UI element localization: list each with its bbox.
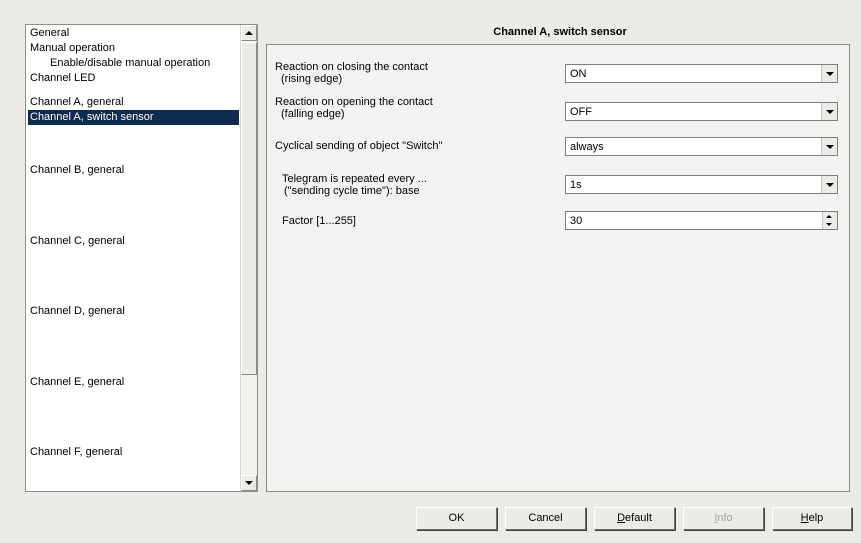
factor-value: 30 (570, 215, 583, 227)
tree-item-channel-c-general[interactable]: Channel C, general (28, 234, 239, 249)
tree-item-manual-operation[interactable]: Manual operation (28, 41, 239, 56)
repeat-base-value: 1s (570, 179, 582, 191)
repeat-base-label-line1: Telegram is repeated every ... (282, 173, 427, 185)
help-mnemonic: H (800, 512, 809, 524)
arrow-up-icon (245, 31, 253, 35)
factor-spinner[interactable]: 30 (565, 211, 838, 230)
chevron-down-icon (825, 144, 834, 149)
spin-up-icon[interactable] (826, 215, 832, 218)
default-mnemonic: D (617, 512, 626, 524)
tree-item-channel-f-general[interactable]: Channel F, general (28, 445, 239, 460)
arrow-down-icon (245, 481, 253, 485)
default-button[interactable]: Default (594, 507, 675, 530)
opening-reaction-label-line1: Reaction on opening the contact (275, 96, 433, 108)
tree-item-enable-disable-manual-operation[interactable]: Enable/disable manual operation (28, 56, 239, 71)
tree-item-channel-led[interactable]: Channel LED (28, 71, 239, 86)
closing-reaction-value: ON (570, 68, 587, 80)
cyclical-sending-value: always (570, 141, 604, 153)
opening-reaction-label-line2: (falling edge) (281, 108, 345, 120)
scrollbar-thumb[interactable] (241, 42, 257, 375)
opening-reaction-label: Reaction on opening the contact (falling… (275, 96, 433, 120)
parameter-tree-list: General Manual operation Enable/disable … (26, 25, 241, 491)
chevron-down-icon (825, 71, 834, 76)
help-button[interactable]: Help (772, 507, 852, 530)
chevron-down-icon (825, 109, 834, 114)
closing-reaction-dropdown[interactable]: ON (565, 64, 838, 83)
repeat-base-dropdown[interactable]: 1s (565, 175, 838, 194)
tree-scrollbar[interactable] (240, 25, 257, 491)
closing-reaction-label-line1: Reaction on closing the contact (275, 61, 428, 73)
info-button[interactable]: Info (683, 507, 764, 530)
dropdown-button[interactable] (821, 65, 837, 82)
tree-item-channel-d-general[interactable]: Channel D, general (28, 304, 239, 319)
scroll-up-button[interactable] (241, 25, 257, 41)
tree-item-channel-a-switch-sensor[interactable]: Channel A, switch sensor (28, 110, 239, 125)
factor-label: Factor [1...255] (282, 215, 356, 227)
info-label-rest: nfo (717, 512, 733, 524)
closing-reaction-label-line2: (rising edge) (281, 73, 343, 85)
help-label-rest: elp (808, 512, 824, 524)
opening-reaction-dropdown[interactable]: OFF (565, 102, 838, 121)
cyclical-sending-dropdown[interactable]: always (565, 137, 838, 156)
repeat-base-label: Telegram is repeated every ... ("sending… (282, 173, 427, 197)
dropdown-button[interactable] (821, 103, 837, 120)
tree-item-channel-e-general[interactable]: Channel E, general (28, 375, 239, 390)
tree-item-general[interactable]: General (28, 26, 239, 41)
dropdown-button[interactable] (821, 138, 837, 155)
ok-button[interactable]: OK (416, 507, 497, 530)
tree-item-channel-b-general[interactable]: Channel B, general (28, 163, 239, 178)
spin-buttons[interactable] (822, 212, 837, 229)
cancel-button[interactable]: Cancel (505, 507, 586, 530)
opening-reaction-value: OFF (570, 106, 592, 118)
scroll-down-button[interactable] (241, 475, 257, 491)
page-title: Channel A, switch sensor (493, 26, 627, 38)
closing-reaction-label: Reaction on closing the contact (rising … (275, 61, 428, 85)
repeat-base-label-line2: ("sending cycle time"): base (284, 185, 420, 197)
parameter-dialog: General Manual operation Enable/disable … (0, 0, 861, 543)
default-label-rest: efault (625, 512, 652, 524)
chevron-down-icon (825, 182, 834, 187)
tree-item-channel-a-general[interactable]: Channel A, general (28, 95, 239, 110)
spin-down-icon[interactable] (826, 223, 832, 226)
cyclical-sending-label: Cyclical sending of object "Switch" (275, 140, 443, 152)
parameter-tree-panel: General Manual operation Enable/disable … (25, 24, 258, 492)
dropdown-button[interactable] (821, 176, 837, 193)
